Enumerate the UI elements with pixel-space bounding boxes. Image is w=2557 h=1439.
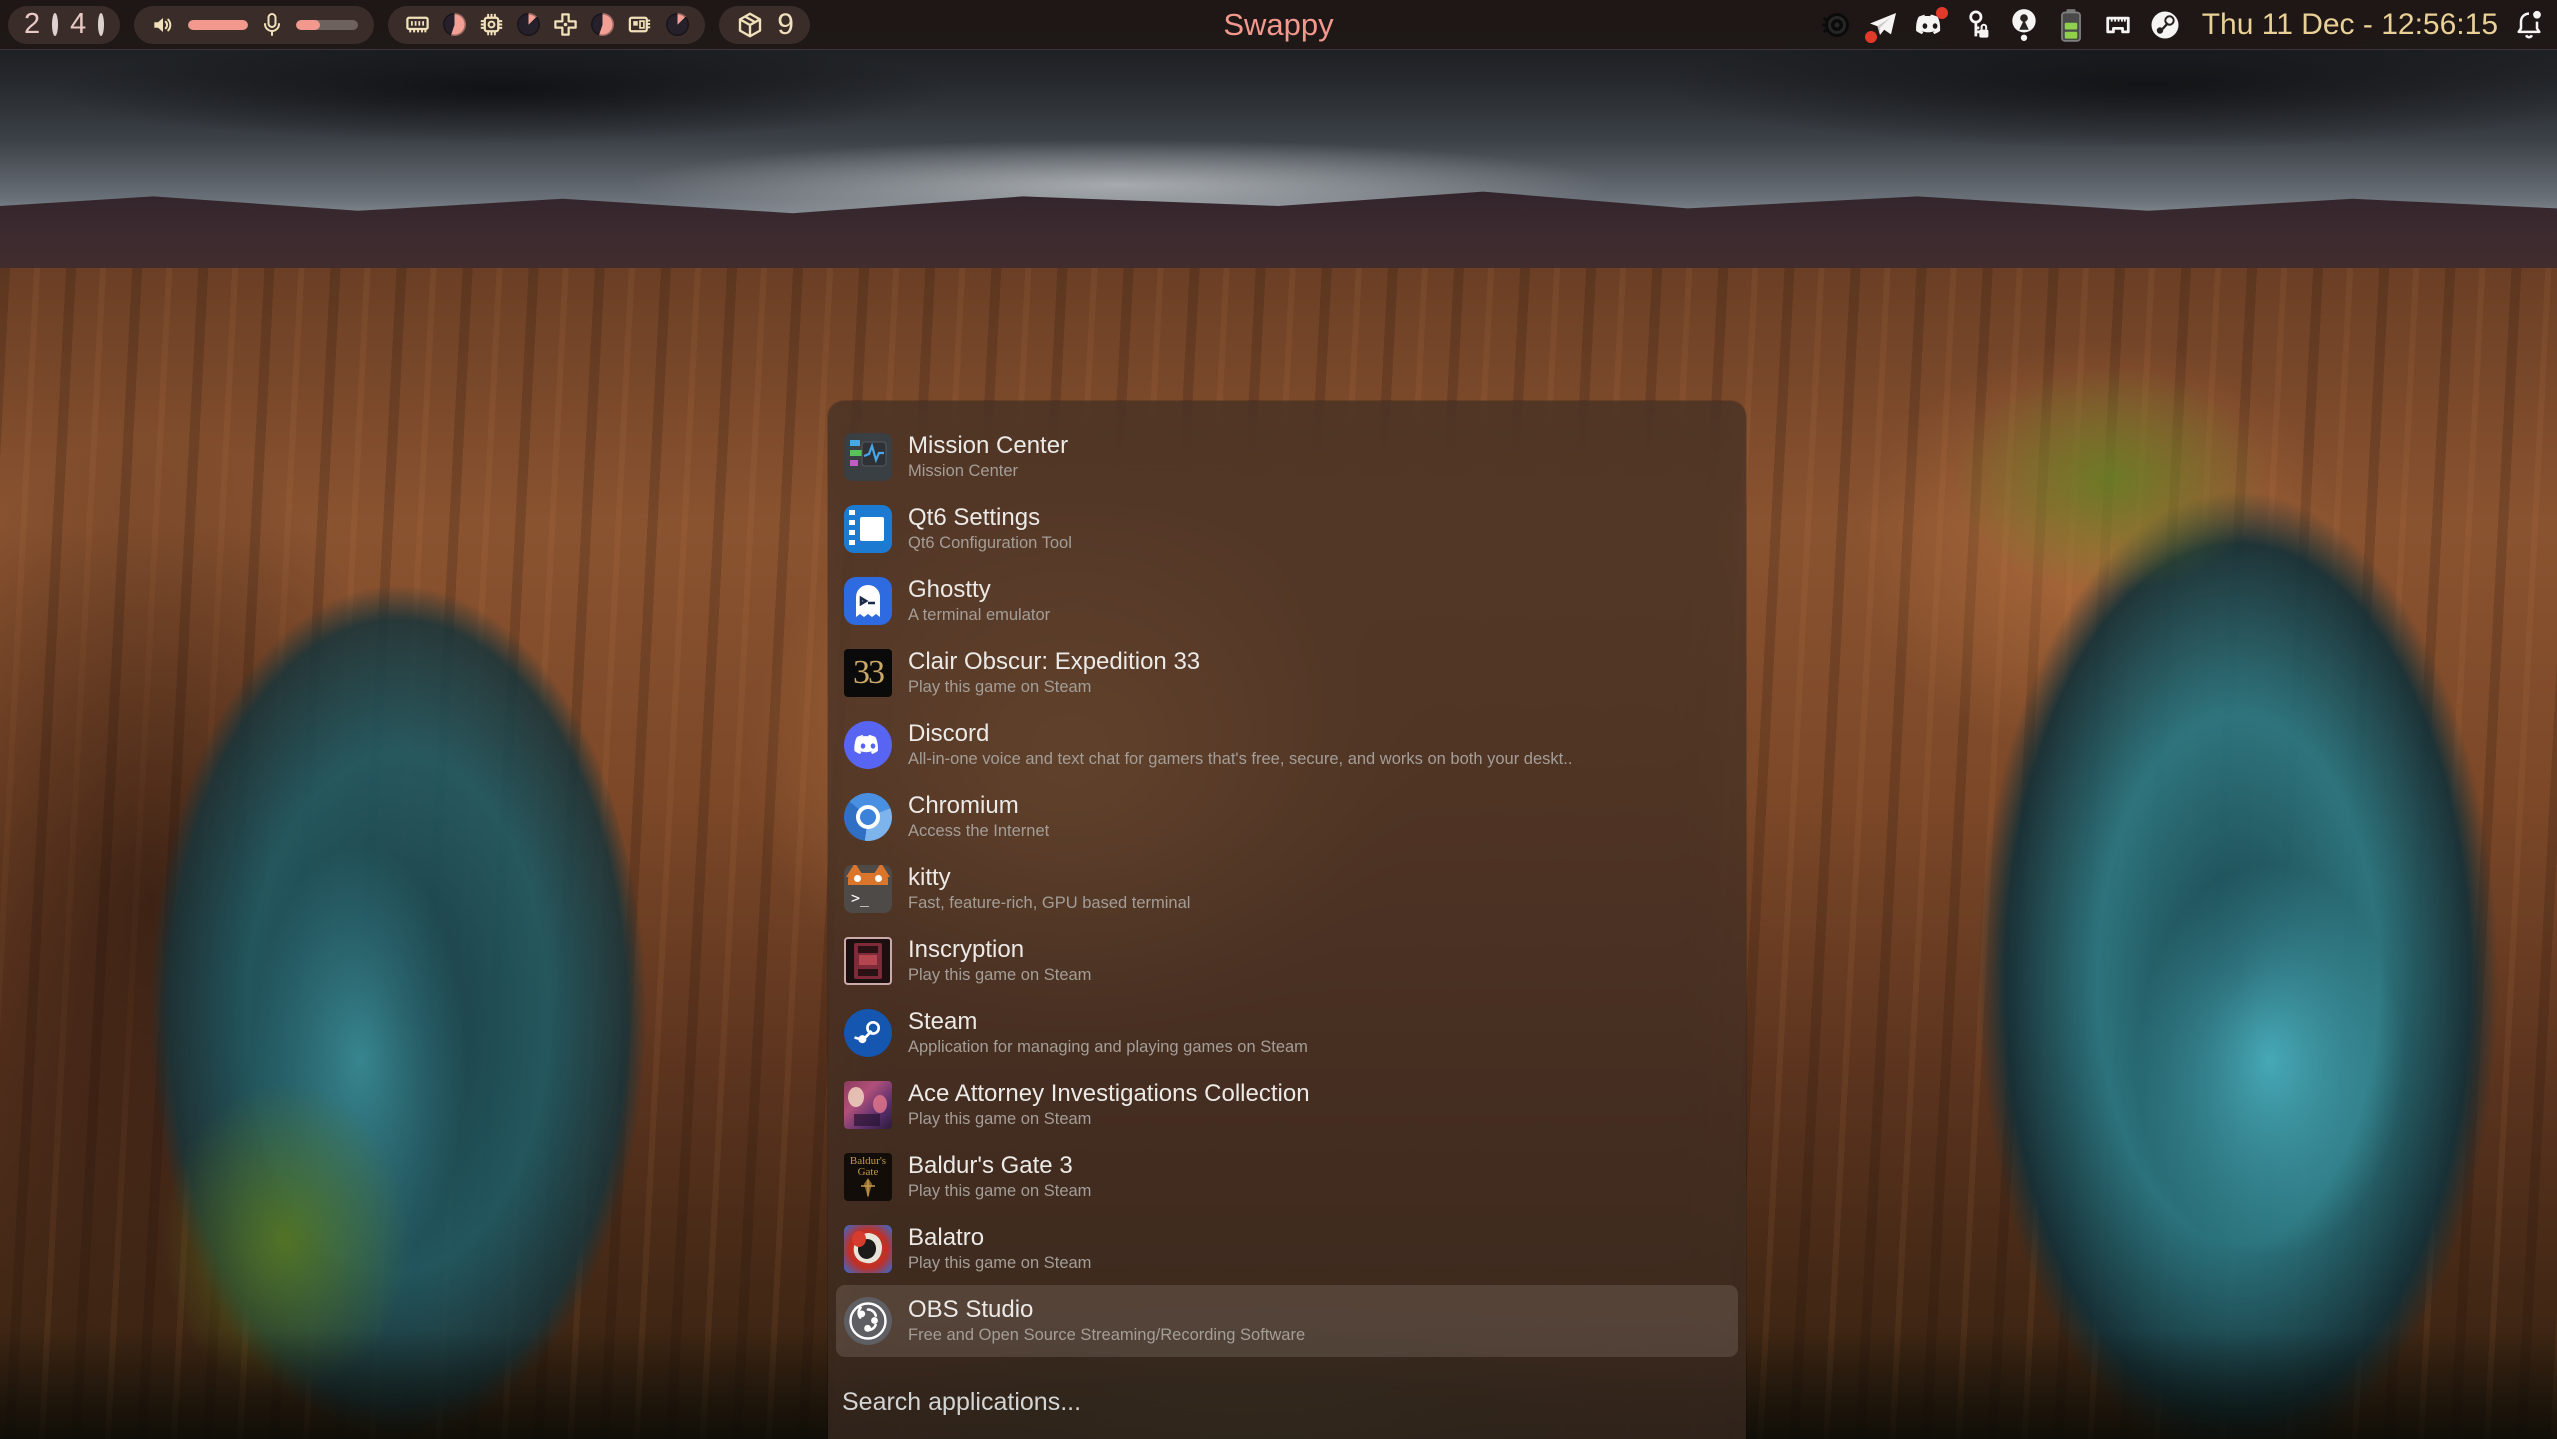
memory-usage-gauge	[443, 13, 466, 36]
top-bar: 24 9 Swappy Thu 11 Dec - 12:56:15	[0, 0, 2557, 50]
workspace-number[interactable]: 4	[70, 10, 86, 39]
app-list-item[interactable]: Discord All-in-one voice and text chat f…	[836, 709, 1738, 781]
app-list-item[interactable]: Ghostty A terminal emulator	[836, 565, 1738, 637]
app-list-item[interactable]: Steam Application for managing and playi…	[836, 997, 1738, 1069]
app-list-item[interactable]: Balatro Play this game on Steam	[836, 1213, 1738, 1285]
focused-window-title: Swappy	[1223, 0, 1333, 49]
workspace-number[interactable]: 2	[24, 10, 40, 39]
discord-icon	[844, 721, 892, 769]
updates-count: 9	[777, 10, 794, 40]
app-list-item[interactable]: Baldur'sGate Baldur's Gate 3 Play this g…	[836, 1141, 1738, 1213]
keepass-icon[interactable]	[1961, 9, 1993, 41]
microphone-icon[interactable]	[260, 12, 284, 38]
app-description: Access the Internet	[908, 821, 1049, 842]
app-list-item[interactable]: 33 Clair Obscur: Expedition 33 Play this…	[836, 637, 1738, 709]
ace-attorney-icon	[844, 1081, 892, 1129]
workspace-circle-icon[interactable]	[52, 16, 58, 34]
app-list-item[interactable]: Ace Attorney Investigations Collection P…	[836, 1069, 1738, 1141]
ghostty-icon	[844, 577, 892, 625]
app-list-item[interactable]: Mission Center Mission Center	[836, 421, 1738, 493]
steam-icon	[844, 1009, 892, 1057]
app-list: Mission Center Mission Center Qt6 Settin…	[836, 421, 1738, 1357]
notification-badge	[1936, 7, 1948, 19]
gamepad-icon	[552, 11, 579, 38]
volume-slider[interactable]	[188, 20, 248, 30]
baldurs-gate-icon: Baldur'sGate	[844, 1153, 892, 1201]
gamepad-usage-gauge	[591, 13, 614, 36]
telegram-icon[interactable]	[1867, 9, 1899, 41]
notification-badge	[1865, 31, 1877, 43]
obs-studio-icon	[844, 1297, 892, 1345]
mic-slider[interactable]	[296, 20, 358, 30]
app-description: Free and Open Source Streaming/Recording…	[908, 1325, 1305, 1346]
app-name: OBS Studio	[908, 1295, 1305, 1325]
steam-tray-icon[interactable]	[2149, 9, 2181, 41]
app-name: Ace Attorney Investigations Collection	[908, 1079, 1310, 1109]
package-icon	[735, 10, 765, 40]
battery-icon[interactable]	[2055, 9, 2087, 41]
network-icon[interactable]	[2102, 9, 2134, 41]
search-input[interactable]: Search applications...	[842, 1388, 1081, 1417]
clock[interactable]: Thu 11 Dec - 12:56:15	[2202, 8, 2498, 42]
app-list-item[interactable]: >_ kitty Fast, feature-rich, GPU based t…	[836, 853, 1738, 925]
app-description: A terminal emulator	[908, 605, 1050, 626]
app-description: All-in-one voice and text chat for gamer…	[908, 749, 1572, 770]
kitty-icon: >_	[844, 865, 892, 913]
app-name: Steam	[908, 1007, 1308, 1037]
solaar-icon[interactable]	[2008, 9, 2040, 41]
clair-obscur-icon: 33	[844, 649, 892, 697]
balatro-icon	[844, 1225, 892, 1273]
top-bar-left: 24 9	[8, 6, 810, 44]
app-description: Play this game on Steam	[908, 965, 1091, 986]
app-launcher-panel: Mission Center Mission Center Qt6 Settin…	[828, 401, 1746, 1439]
app-list-item[interactable]: Chromium Access the Internet	[836, 781, 1738, 853]
gpu-icon	[626, 11, 654, 38]
workspace-circle-icon[interactable]	[98, 16, 104, 34]
app-list-item[interactable]: Qt6 Settings Qt6 Configuration Tool	[836, 493, 1738, 565]
qt6-settings-icon	[844, 505, 892, 553]
inscryption-icon	[844, 937, 892, 985]
top-bar-right: Thu 11 Dec - 12:56:15	[1820, 8, 2545, 42]
app-description: Mission Center	[908, 461, 1068, 482]
speaker-icon[interactable]	[150, 12, 176, 38]
app-description: Play this game on Steam	[908, 677, 1200, 698]
updates-pill[interactable]: 9	[719, 6, 810, 44]
gpu-usage-gauge	[666, 13, 689, 36]
app-name: Balatro	[908, 1223, 1091, 1253]
memory-icon	[404, 11, 431, 38]
steelseries-icon[interactable]	[1820, 9, 1852, 41]
app-description: Play this game on Steam	[908, 1109, 1310, 1130]
app-name: Chromium	[908, 791, 1049, 821]
app-list-item-selected[interactable]: OBS Studio Free and Open Source Streamin…	[836, 1285, 1738, 1357]
cpu-usage-gauge	[517, 13, 540, 36]
workspace-pill[interactable]: 24	[8, 6, 120, 44]
notification-bell-icon[interactable]	[2513, 9, 2545, 41]
app-name: Qt6 Settings	[908, 503, 1072, 533]
discord-tray-icon[interactable]	[1914, 9, 1946, 41]
app-description: Fast, feature-rich, GPU based terminal	[908, 893, 1190, 914]
mission-center-icon	[844, 433, 892, 481]
app-description: Qt6 Configuration Tool	[908, 533, 1072, 554]
app-name: Clair Obscur: Expedition 33	[908, 647, 1200, 677]
system-stats-pill	[388, 6, 705, 44]
app-name: Discord	[908, 719, 1572, 749]
cpu-icon	[478, 11, 505, 38]
desktop: 24 9 Swappy Thu 11 Dec - 12:56:15 Missio…	[0, 0, 2557, 1439]
audio-pill	[134, 6, 374, 44]
app-name: Baldur's Gate 3	[908, 1151, 1091, 1181]
app-description: Application for managing and playing gam…	[908, 1037, 1308, 1058]
app-description: Play this game on Steam	[908, 1253, 1091, 1274]
app-name: Mission Center	[908, 431, 1068, 461]
wallpaper-river	[2080, 780, 2460, 1340]
app-name: Ghostty	[908, 575, 1050, 605]
app-description: Play this game on Steam	[908, 1181, 1091, 1202]
app-name: Inscryption	[908, 935, 1091, 965]
app-list-item[interactable]: Inscryption Play this game on Steam	[836, 925, 1738, 997]
app-name: kitty	[908, 863, 1190, 893]
chromium-icon	[844, 793, 892, 841]
wallpaper-vegetation	[1900, 330, 2320, 630]
